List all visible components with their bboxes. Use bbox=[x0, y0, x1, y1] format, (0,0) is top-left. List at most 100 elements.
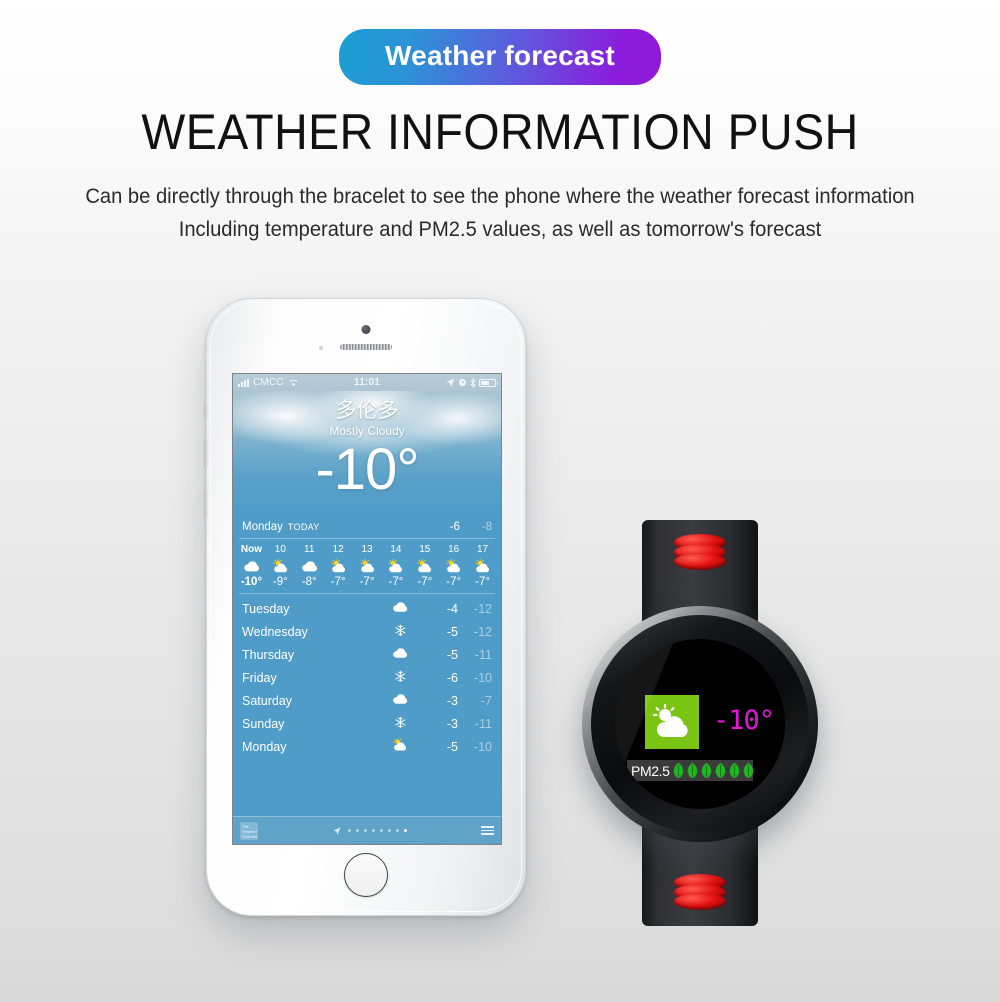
daily-high: -3 bbox=[446, 693, 458, 708]
snowflake-icon bbox=[395, 716, 405, 728]
wifi-icon bbox=[289, 379, 298, 387]
hourly-weather-icon bbox=[324, 558, 353, 574]
hourly-item[interactable]: 12 -7° bbox=[324, 544, 353, 588]
daily-low: -7 bbox=[480, 693, 492, 708]
hourly-weather-icon bbox=[295, 558, 324, 574]
hourly-temp: -7° bbox=[475, 576, 490, 588]
hourly-temp: -7° bbox=[359, 576, 375, 588]
hourly-forecast-strip[interactable]: Now -10° 10 -9° 11 -8° 12 -7° 13 -7° 14 -7° 15 -7° 16 -… bbox=[233, 539, 501, 593]
weather-condition: Mostly Cloudy bbox=[329, 424, 405, 439]
page-subtitle: Can be directly through the bracelet to … bbox=[20, 181, 980, 246]
daily-item[interactable]: Wednesday -5 -12 bbox=[233, 620, 501, 643]
signal-bars-icon bbox=[238, 378, 249, 387]
hourly-item[interactable]: 13 -7° bbox=[353, 544, 382, 588]
daily-low: -12 bbox=[473, 601, 492, 616]
battery-icon bbox=[479, 378, 498, 387]
proximity-sensor-icon bbox=[319, 346, 323, 350]
today-low: -8 bbox=[481, 521, 492, 533]
daily-high: -6 bbox=[446, 670, 458, 685]
daily-low: -10 bbox=[473, 739, 492, 754]
daily-day-label: Wednesday bbox=[242, 624, 308, 639]
daily-low: -11 bbox=[474, 716, 492, 731]
hourly-item[interactable]: 14 -7° bbox=[381, 544, 410, 588]
sun-cloud-icon bbox=[652, 704, 688, 737]
hourly-item[interactable]: 15 -7° bbox=[410, 544, 439, 588]
strap-accent-bottom-icon bbox=[674, 874, 726, 912]
alarm-clock-icon bbox=[458, 378, 467, 387]
daily-item[interactable]: Monday -5 -10 bbox=[233, 735, 501, 758]
cloud-icon bbox=[393, 648, 408, 658]
hourly-item[interactable]: Now -10° bbox=[237, 544, 266, 588]
pm25-label: PM2.5 bbox=[631, 762, 670, 779]
hourly-weather-icon bbox=[381, 558, 410, 574]
snowflake-icon bbox=[395, 670, 405, 682]
watch-screen[interactable]: -10° PM2.5 bbox=[615, 639, 785, 809]
watch-case: -10° PM2.5 bbox=[582, 606, 818, 842]
watch-weather-tile bbox=[645, 695, 699, 749]
hourly-weather-icon bbox=[266, 558, 295, 574]
daily-high: -5 bbox=[446, 647, 458, 662]
daily-day-label: Friday bbox=[242, 670, 277, 685]
volume-up-button[interactable] bbox=[204, 439, 208, 469]
hourly-temp: -10° bbox=[240, 576, 263, 588]
daily-item[interactable]: Saturday -3 -7 bbox=[233, 689, 501, 712]
volume-down-button[interactable] bbox=[204, 489, 208, 519]
daily-item[interactable]: Sunday -3 -11 bbox=[233, 712, 501, 735]
daily-forecast-list[interactable]: Tuesday -4 -12 Wednesday -5 -12 Thursday -5 -11 F… bbox=[233, 594, 501, 758]
status-time: 11:01 bbox=[353, 377, 381, 388]
sun-cloud-icon bbox=[446, 559, 461, 573]
page-header: Weather forecast WEATHER INFORMATION PUS… bbox=[0, 0, 1000, 246]
smartphone-device: CMCC 11:01 多伦多 Mostly Cloudy -10° Monday… bbox=[204, 298, 526, 916]
status-bar: CMCC 11:01 bbox=[233, 374, 501, 391]
hourly-time: 15 bbox=[419, 544, 431, 555]
cloud-icon bbox=[244, 561, 259, 572]
page-indicator[interactable] bbox=[258, 826, 481, 835]
weather-tab-bar[interactable]: The Weather Channel bbox=[233, 816, 501, 844]
hourly-item[interactable]: 11 -8° bbox=[295, 544, 324, 588]
sun-cloud-icon bbox=[475, 559, 490, 573]
hourly-temp: -9° bbox=[272, 576, 288, 588]
hourly-time: 14 bbox=[390, 544, 402, 555]
hourly-item[interactable]: 16 -7° bbox=[439, 544, 468, 588]
snowflake-icon bbox=[395, 624, 405, 636]
home-button[interactable] bbox=[344, 853, 388, 897]
daily-low: -10 bbox=[473, 670, 492, 685]
subtitle-line-1: Can be directly through the bracelet to … bbox=[85, 185, 915, 208]
daily-day-label: Saturday bbox=[242, 693, 293, 708]
hourly-temp: -7° bbox=[417, 576, 433, 588]
leaf-icon bbox=[688, 762, 698, 778]
leaf-icon bbox=[716, 762, 726, 778]
daily-high: -5 bbox=[446, 624, 458, 639]
pm25-bar: PM2.5 bbox=[627, 760, 755, 781]
hourly-item[interactable]: 10 -9° bbox=[266, 544, 295, 588]
sun-cloud-icon bbox=[417, 559, 432, 573]
leaf-icon bbox=[674, 762, 684, 778]
daily-item[interactable]: Friday -6 -10 bbox=[233, 666, 501, 689]
today-row[interactable]: Monday TODAY -6 -8 bbox=[233, 516, 501, 538]
sun-cloud-icon bbox=[388, 559, 403, 573]
list-icon[interactable] bbox=[481, 826, 494, 835]
current-temperature: -10° bbox=[315, 437, 419, 503]
cloud-icon bbox=[393, 694, 408, 704]
hourly-temp: -8° bbox=[301, 576, 317, 588]
daily-day-label: Thursday bbox=[242, 647, 295, 662]
daily-weather-icon bbox=[372, 624, 428, 640]
bluetooth-icon bbox=[470, 377, 476, 388]
today-badge: TODAY bbox=[287, 522, 320, 532]
silent-switch[interactable] bbox=[204, 403, 208, 419]
weather-channel-logo[interactable]: The Weather Channel bbox=[240, 821, 258, 840]
hourly-time: 11 bbox=[304, 544, 315, 555]
watch-temperature: -10° bbox=[713, 705, 775, 736]
hourly-weather-icon bbox=[468, 558, 497, 574]
pm25-leaf-row bbox=[672, 762, 755, 779]
hourly-weather-icon bbox=[237, 558, 266, 574]
hourly-time: 17 bbox=[477, 544, 489, 555]
daily-item[interactable]: Tuesday -4 -12 bbox=[233, 597, 501, 620]
hourly-time: 12 bbox=[332, 544, 344, 555]
leaf-icon bbox=[730, 762, 740, 778]
hourly-item[interactable]: 17 -7° bbox=[468, 544, 497, 588]
hourly-temp: -7° bbox=[446, 576, 462, 588]
daily-weather-icon bbox=[372, 716, 428, 732]
daily-day-label: Monday bbox=[242, 739, 287, 754]
daily-item[interactable]: Thursday -5 -11 bbox=[233, 643, 501, 666]
